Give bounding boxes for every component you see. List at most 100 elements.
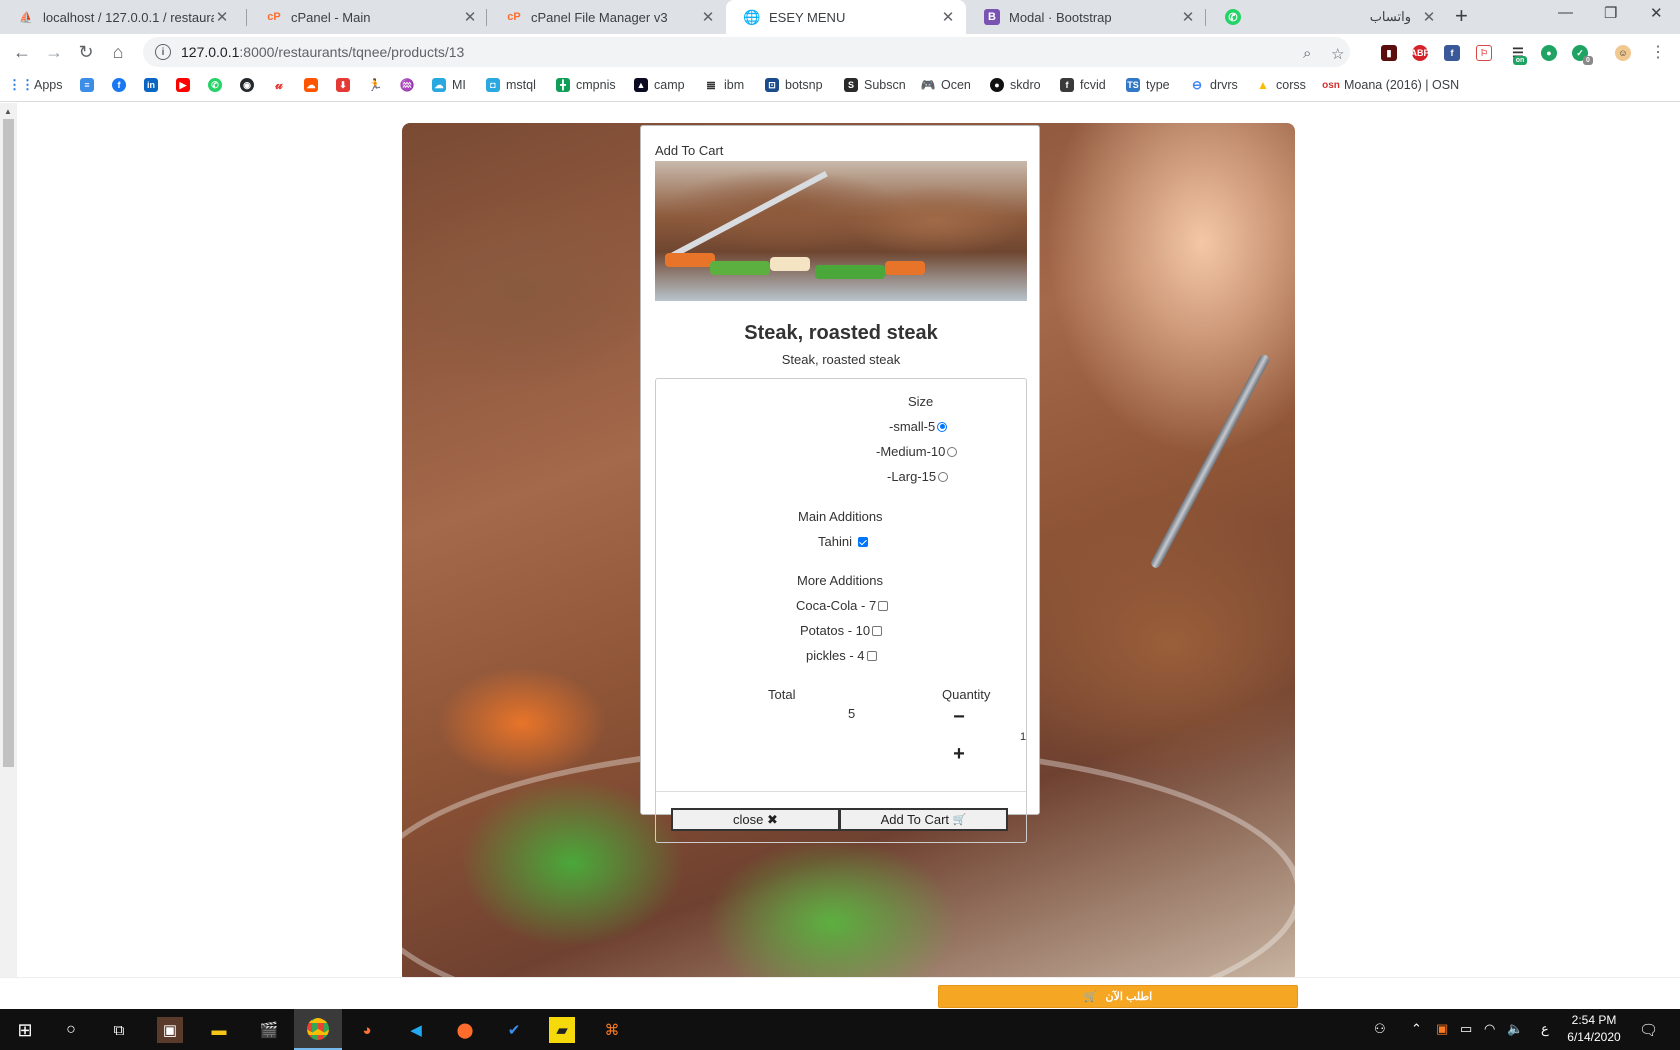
extension-icon[interactable]: ● [1541,45,1557,61]
new-tab-icon[interactable]: + [1455,3,1468,29]
bookmark-cmpnis[interactable]: ╋ cmpnis [556,78,616,92]
decrease-quantity-button[interactable]: − [949,706,969,729]
bookmark-whatsapp[interactable]: ✆ [208,78,228,92]
tab-whatsapp[interactable]: ✆ واتساب ✕ [1207,0,1447,34]
battery-icon[interactable]: ▭ [1460,1021,1472,1037]
input-language[interactable]: ع [1541,1021,1549,1037]
pickles-checkbox[interactable] [866,650,877,661]
extension-icon[interactable]: ▮ [1381,45,1397,61]
addition-pickles[interactable]: pickles - 4 [806,648,877,663]
bookmark-type[interactable]: TS type [1126,78,1170,92]
addition-potatos[interactable]: Potatos - 10 [800,623,883,638]
addition-tahini[interactable]: Tahini [818,534,868,549]
bookmark-green[interactable]: ♒ [400,78,420,92]
firefox-icon[interactable]: ◕ [354,1017,380,1043]
scroll-up-icon[interactable]: ▲ [4,107,12,116]
close-tab-icon[interactable]: ✕ [462,8,478,26]
bookmark-youtube[interactable]: ▶ [176,78,196,92]
avatar[interactable]: ☺ [1615,45,1631,61]
bookmark-red[interactable]: 𝓊 [272,77,292,92]
menu-kebab-icon[interactable]: ⋮ [1646,40,1670,64]
order-now-button[interactable]: 🛒 اطلب الآن [938,985,1298,1008]
bookmark-mi[interactable]: ☁ MI [432,78,466,92]
bookmark-drvrs[interactable]: ⊖ drvrs [1190,78,1238,92]
add-to-cart-button[interactable]: Add To Cart 🛒 [839,808,1008,831]
bookmark-mstql[interactable]: ◘ mstql [486,78,536,92]
people-icon[interactable]: ⚇ [1374,1021,1386,1037]
increase-quantity-button[interactable]: + [949,743,969,766]
addition-coca-cola[interactable]: Coca-Cola - 7 [796,598,889,613]
file-explorer-icon[interactable]: ▬ [206,1017,232,1043]
restore-icon[interactable]: ❐ [1604,4,1617,22]
close-tab-icon[interactable]: ✕ [940,8,956,26]
bookmark-corss[interactable]: ▲ corss [1256,78,1306,92]
close-tab-icon[interactable]: ✕ [1421,8,1437,26]
tab-cpanel-file-manager[interactable]: cP cPanel File Manager v3 ✕ [488,0,726,34]
size-radio-large[interactable] [938,471,949,482]
bookmark-skdro[interactable]: ● skdro [990,78,1041,92]
show-hidden-icons[interactable]: ⌃ [1411,1021,1422,1037]
bookmark-icon-only[interactable]: ≡ [80,78,100,92]
clock[interactable]: 2:54 PM 6/14/2020 [1556,1012,1632,1046]
extension-icon[interactable]: ⚐ [1476,45,1492,61]
video-editor-icon[interactable]: 🎬 [256,1017,282,1043]
bookmark-camp[interactable]: ▲ camp [634,78,685,92]
bookmark-soundcloud[interactable]: ☁ [304,78,324,92]
photo-app-icon[interactable]: ▣ [157,1017,183,1043]
bookmark-apps[interactable]: ⋮⋮ Apps [8,77,63,92]
todo-icon[interactable]: ✔ [501,1017,527,1043]
bookmark-ibm[interactable]: ≣ ibm [704,78,744,92]
bookmark-facebook[interactable]: f [112,78,132,92]
size-option-medium[interactable]: -Medium-10 [876,444,958,459]
address-bar[interactable]: i 127.0.0.1:8000/restaurants/tqnee/produ… [143,37,1350,67]
xampp-icon[interactable]: ⌘ [599,1017,625,1043]
bookmark-github[interactable]: ◉ [240,78,260,92]
bookmark-runner[interactable]: 🏃 [368,78,388,92]
bookmark-download[interactable]: ⬇ [336,78,356,92]
facebook-extension-icon[interactable]: f [1444,45,1460,61]
forward-arrow-icon[interactable]: → [42,40,66,64]
windows-start-icon[interactable]: ⊞ [12,1017,38,1043]
home-icon[interactable]: ⌂ [106,40,130,64]
bookmark-subscn[interactable]: S Subscn [844,78,906,92]
tab-bootstrap-modal[interactable]: B Modal · Bootstrap ✕ [966,0,1206,34]
volume-icon[interactable]: 🔈 [1507,1021,1523,1037]
sticky-notes-icon[interactable]: ▰ [549,1017,575,1043]
bookmark-linkedin[interactable]: in [144,78,164,92]
vertical-scrollbar[interactable]: ▲ ▼ [0,103,17,1009]
bookmark-ocen[interactable]: 🎮 Ocen [921,78,971,92]
close-window-icon[interactable]: ✕ [1650,4,1663,22]
notifications-icon[interactable]: 🗨 [1639,1021,1658,1039]
wifi-icon[interactable]: ◠ [1484,1021,1495,1037]
size-option-large[interactable]: -Larg-15 [887,469,949,484]
adblock-icon[interactable]: ABP [1411,45,1430,61]
bookmark-fcvid[interactable]: f fcvid [1060,78,1106,92]
tab-phpmyadmin[interactable]: ⛵ localhost / 127.0.0.1 / restaurant ✕ [0,0,240,34]
vscode-icon[interactable]: ◀ [403,1017,429,1043]
back-arrow-icon[interactable]: ← [10,40,34,64]
tahini-checkbox[interactable] [857,536,868,547]
info-icon[interactable]: i [155,44,171,60]
size-option-small[interactable]: -small-5 [889,419,948,434]
tab-cpanel-main[interactable]: cP cPanel - Main ✕ [248,0,488,34]
close-tab-icon[interactable]: ✕ [700,8,716,26]
size-radio-medium[interactable] [947,446,958,457]
coca-cola-checkbox[interactable] [878,600,889,611]
minimize-icon[interactable]: — [1558,4,1573,21]
chrome-taskbar-icon[interactable] [294,1009,342,1050]
size-radio-small[interactable] [937,421,948,432]
tab-esey-menu[interactable]: 🌐 ESEY MENU ✕ [726,0,966,34]
bookmark-star-icon[interactable]: ☆ [1331,45,1344,63]
postman-icon[interactable]: ⬤ [452,1017,478,1043]
bookmark-botsnp[interactable]: ⊡ botsnp [765,78,823,92]
task-view-icon[interactable]: ⧉ [106,1017,132,1043]
search-circle-icon[interactable]: ○ [58,1017,84,1043]
xampp-tray-icon[interactable]: ▣ [1436,1021,1448,1037]
potatos-checkbox[interactable] [872,625,883,636]
close-button[interactable]: close ✖ [671,808,840,831]
scrollbar-thumb[interactable] [3,119,14,767]
close-tab-icon[interactable]: ✕ [214,8,230,26]
zoom-icon[interactable]: ⌕ [1303,45,1311,62]
reload-icon[interactable]: ↻ [74,40,98,64]
close-tab-icon[interactable]: ✕ [1180,8,1196,26]
